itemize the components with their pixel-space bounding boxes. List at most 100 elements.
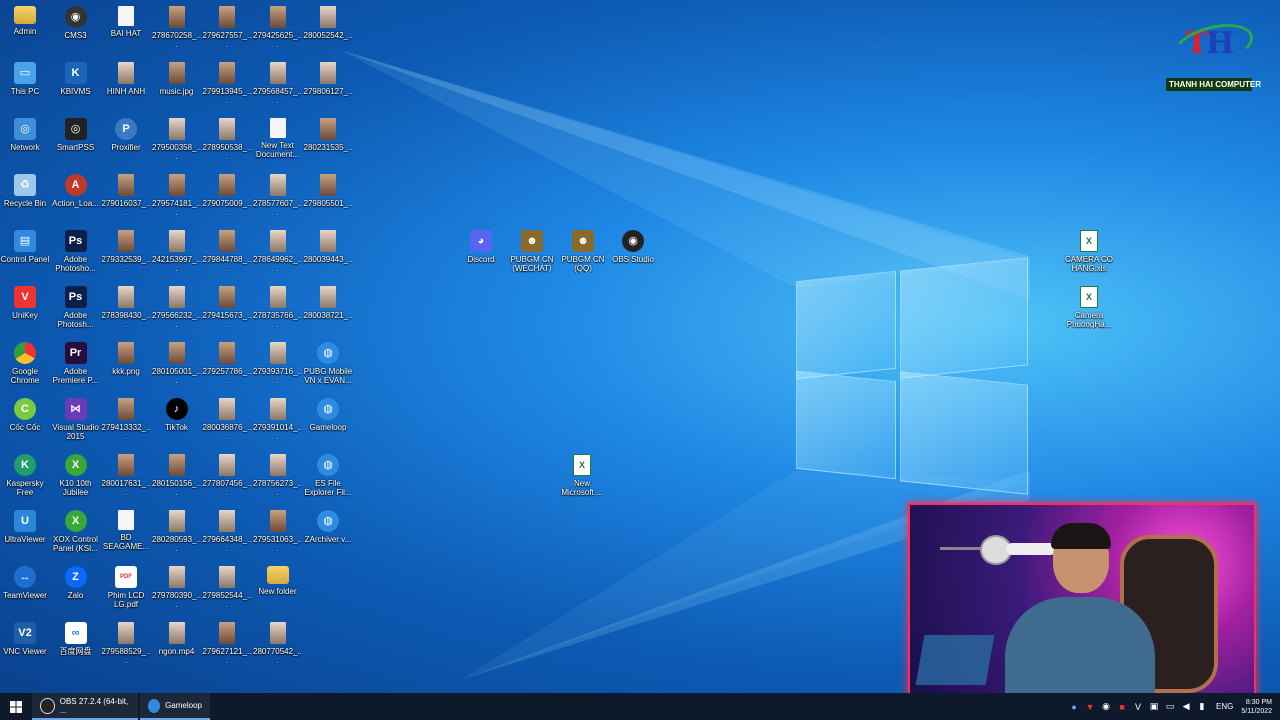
desktop-icon-vs[interactable]: ⋈ Visual Studio 2015 xyxy=(51,396,101,441)
desktop-icon-k10[interactable]: X K10 10th Jubilee xyxy=(51,452,101,497)
desktop-icon-gameloop[interactable]: ◍ Gameloop xyxy=(303,396,353,432)
desktop-icon-phimlcd[interactable]: PDF Phim LCD LG.pdf xyxy=(101,564,151,609)
desktop-icon-p277807[interactable]: 277807456_... xyxy=(202,452,252,497)
desktop-icon-p279425[interactable]: 279425625_... xyxy=(253,4,303,49)
clock[interactable]: 8:30 PM 5/11/2022 xyxy=(1241,698,1272,716)
desktop-icon-p279664[interactable]: 279664348_... xyxy=(202,508,252,553)
desktop-icon-xox[interactable]: X XOX Control Panel (KSI... xyxy=(51,508,101,553)
language-indicator[interactable]: ENG xyxy=(1216,702,1233,711)
desktop-icon-camera-co-hang[interactable]: X CAMERA CO HANG.xls xyxy=(1064,228,1114,273)
desktop-icon-p279415[interactable]: 279415673_... xyxy=(202,284,252,329)
desktop-icon-p279805[interactable]: 279805501_... xyxy=(303,172,353,217)
desktop-icon-vnc[interactable]: V2 VNC Viewer xyxy=(0,620,50,656)
desktop-icon-p280039[interactable]: 280039443_... xyxy=(303,228,353,273)
desktop-icon-p280280[interactable]: 280280593_... xyxy=(152,508,202,553)
security-tray-icon[interactable]: ▣ xyxy=(1147,701,1161,713)
desktop-icon-zarchiver[interactable]: ◍ ZArchiver v... xyxy=(303,508,353,544)
desktop-icon-p279627b[interactable]: 279627121_... xyxy=(202,620,252,665)
desktop-icon-p279391[interactable]: 279391014_... xyxy=(253,396,303,441)
desktop-icon-p280036[interactable]: 280036876_... xyxy=(202,396,252,441)
desktop-icon-p278577[interactable]: 278577607_... xyxy=(253,172,303,217)
desktop-icon-p279257[interactable]: 279257786_... xyxy=(202,340,252,385)
desktop-icon-smartpss[interactable]: ◎ SmartPSS xyxy=(51,116,101,152)
desktop-icon-actionloa[interactable]: A Action_Loa... xyxy=(51,172,101,208)
desktop-icon-p279500[interactable]: 279500358_... xyxy=(152,116,202,161)
desktop-icon-p279574[interactable]: 279574181_... xyxy=(152,172,202,217)
desktop-icon-kaspersky[interactable]: K Kaspersky Free xyxy=(0,452,50,497)
desktop-icon-pubgqq[interactable]: ☻ PUBGM CN (QQ) xyxy=(558,228,608,273)
desktop-icon-premiere[interactable]: Pr Adobe Premiere P... xyxy=(51,340,101,385)
desktop-icon-p279780[interactable]: 279780390_... xyxy=(152,564,202,609)
desktop-icon-p280038[interactable]: 280038721_... xyxy=(303,284,353,329)
desktop-icon-p278950[interactable]: 278950538_... xyxy=(202,116,252,161)
desktop-icon-hinhanh[interactable]: HINH ANH xyxy=(101,60,151,96)
desktop-icon-ps1[interactable]: Ps Adobe Photosho... xyxy=(51,228,101,273)
app-tray-icon[interactable]: ■ xyxy=(1115,701,1129,713)
desktop-icon-newtext[interactable]: New Text Document... xyxy=(253,116,303,159)
desktop-icon-baidu[interactable]: ∞ 百度网盘 xyxy=(51,620,101,656)
desktop-icon-p279016[interactable]: 279016037_... xyxy=(101,172,151,217)
desktop-icon-p279413[interactable]: 279413332_... xyxy=(101,396,151,441)
desktop-icon-obs[interactable]: ◉ OBS Studio xyxy=(608,228,658,264)
desktop-icon-p280150[interactable]: 280150156_... xyxy=(152,452,202,497)
desktop-icon-control[interactable]: ▤ Control Panel xyxy=(0,228,50,264)
desktop-icon-p279588[interactable]: 279588529_... xyxy=(101,620,151,665)
desktop-icon-cms3[interactable]: ◉ CMS3 xyxy=(51,4,101,40)
microphone-icon[interactable]: ▮ xyxy=(1195,701,1209,713)
desktop-icon-camera-phuongha[interactable]: X Camera PhuongHa... xyxy=(1064,284,1114,329)
desktop-icon-musicjpg[interactable]: music.jpg xyxy=(152,60,202,96)
desktop-icon-p279393[interactable]: 279393716_... xyxy=(253,340,303,385)
desktop-icon-chrome[interactable]: Google Chrome xyxy=(0,340,50,385)
desktop-icon-p280052[interactable]: 280052542_... xyxy=(303,4,353,49)
desktop-icon-p278735[interactable]: 278735766_... xyxy=(253,284,303,329)
desktop-icon-p279332[interactable]: 279332539_... xyxy=(101,228,151,273)
taskbar-app-gameloop[interactable]: Gameloop xyxy=(140,693,210,720)
desktop-icon-baihat[interactable]: BAI HAT xyxy=(101,4,151,38)
desktop-icon-p278398[interactable]: 278398430_... xyxy=(101,284,151,329)
desktop-icon-p278649[interactable]: 278649962_... xyxy=(253,228,303,273)
desktop-icon-kbivms[interactable]: K KBIVMS xyxy=(51,60,101,96)
desktop-icon-p280017[interactable]: 280017631_... xyxy=(101,452,151,497)
desktop-icon-p279844[interactable]: 279844788_... xyxy=(202,228,252,273)
desktop-icon-tiktok[interactable]: ♪ TikTok xyxy=(152,396,202,432)
gameloop-tray-icon[interactable]: ● xyxy=(1067,701,1081,713)
desktop-icon-esfile[interactable]: ◍ ES File Explorer Fil... xyxy=(303,452,353,497)
volume-icon[interactable]: ◀ xyxy=(1179,701,1193,713)
unikey-tray-icon[interactable]: V xyxy=(1131,701,1145,713)
desktop-icon-ps2[interactable]: Ps Adobe Photosh... xyxy=(51,284,101,329)
desktop-icon-p279531[interactable]: 279531063_... xyxy=(253,508,303,553)
desktop-icon-pubgvn[interactable]: ◍ PUBG Mobile VN x EVAN... xyxy=(303,340,353,385)
desktop-icon-pubgwechat[interactable]: ☻ PUBGM CN (WECHAT) xyxy=(507,228,557,273)
desktop-icon-p280231[interactable]: 280231535_... xyxy=(303,116,353,161)
desktop-icon-p279566[interactable]: 279566232_... xyxy=(152,284,202,329)
desktop-icon-coccoc[interactable]: C Cốc Cốc xyxy=(0,396,50,432)
desktop-icon-zalo[interactable]: Z Zalo xyxy=(51,564,101,600)
desktop-icon-ultraviewer[interactable]: U UltraViewer xyxy=(0,508,50,544)
desktop-icon-unikey[interactable]: V UniKey xyxy=(0,284,50,320)
desktop-icon-prox[interactable]: P Proxifier xyxy=(101,116,151,152)
desktop-icon-newfolder[interactable]: New folder xyxy=(253,564,303,596)
obs-tray-icon[interactable]: ◉ xyxy=(1099,701,1113,713)
shield-tray-icon[interactable]: ▼ xyxy=(1083,701,1097,713)
desktop-icon-bdseagame[interactable]: BD SEAGAME... xyxy=(101,508,151,551)
desktop-icon-p278756[interactable]: 278756273_... xyxy=(253,452,303,497)
desktop-icon-p279075[interactable]: 279075009_... xyxy=(202,172,252,217)
desktop-icon-discord[interactable]: ◕ Discord xyxy=(456,228,506,264)
start-button[interactable] xyxy=(0,693,32,720)
desktop-icon-admin[interactable]: Admin xyxy=(0,4,50,36)
desktop-icon-ngonmp4[interactable]: ngon.mp4 xyxy=(152,620,202,656)
network-tray-icon[interactable]: ▭ xyxy=(1163,701,1177,713)
desktop-icon-p279568[interactable]: 279568457_... xyxy=(253,60,303,105)
taskbar-app-obs[interactable]: OBS 27.2.4 (64-bit, ... xyxy=(32,693,138,720)
desktop-icon-p279806[interactable]: 279806127_... xyxy=(303,60,353,105)
desktop-icon-recycle[interactable]: ♻ Recycle Bin xyxy=(0,172,50,208)
desktop-icon-p242153[interactable]: 242153997_... xyxy=(152,228,202,273)
desktop-icon-p278670[interactable]: 278670258_... xyxy=(152,4,202,49)
desktop-icon-p280105[interactable]: 280105001_... xyxy=(152,340,202,385)
desktop-icon-p279627[interactable]: 279627557_... xyxy=(202,4,252,49)
desktop-icon-p279852[interactable]: 279852544_... xyxy=(202,564,252,609)
desktop-icon-kkk[interactable]: kkk.png xyxy=(101,340,151,376)
desktop-icon-network[interactable]: ◎ Network xyxy=(0,116,50,152)
desktop-icon-thispc[interactable]: ▭ This PC xyxy=(0,60,50,96)
desktop-icon-new-microsoft[interactable]: X New Microsoft ... xyxy=(557,452,607,497)
